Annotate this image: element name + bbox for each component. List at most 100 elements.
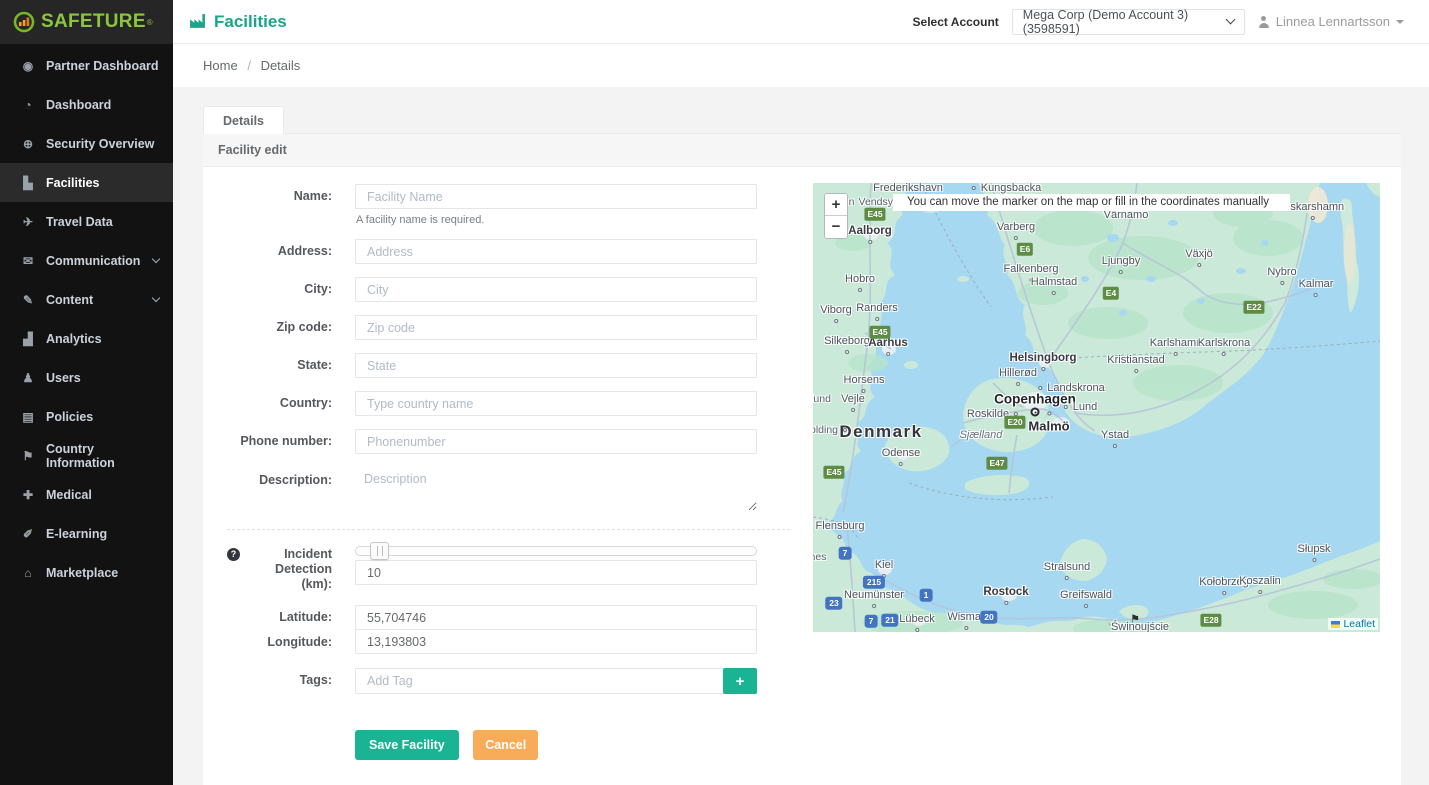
sidebar-item-e-learning[interactable]: ✐ E-learning: [0, 514, 173, 553]
panel-title: Facility edit: [203, 134, 1401, 167]
factory-icon: [189, 14, 206, 29]
sidebar-item-label: Facilities: [46, 176, 100, 190]
plus-icon: +: [736, 673, 745, 690]
sidebar-item-label: E-learning: [46, 527, 107, 541]
facility-edit-panel: Facility edit Name: A facility name is r…: [203, 133, 1401, 785]
name-label: Name:: [227, 184, 355, 226]
cancel-button[interactable]: Cancel: [473, 730, 538, 760]
save-facility-button[interactable]: Save Facility: [355, 730, 459, 760]
zoom-out-button[interactable]: −: [825, 216, 847, 238]
sidebar-item-label: Policies: [46, 410, 93, 424]
sidebar-item-country-information[interactable]: ⚑ Country Information: [0, 436, 173, 475]
chevron-down-icon: [152, 294, 160, 302]
graduation-cap-icon: ✐: [20, 527, 36, 541]
select-account-label: Select Account: [913, 15, 999, 29]
shop-icon: ⌂: [20, 566, 36, 580]
page-title-text: Facilities: [214, 12, 287, 32]
user-name: Linnea Lennartsson: [1276, 14, 1390, 29]
state-label: State:: [227, 353, 355, 378]
globe-icon: ⊕: [20, 137, 36, 151]
sidebar-item-marketplace[interactable]: ⌂ Marketplace: [0, 553, 173, 592]
account-select-value: Mega Corp (Demo Account 3) (3598591): [1023, 8, 1227, 36]
state-input[interactable]: [355, 353, 757, 378]
sidebar-item-label: Security Overview: [46, 137, 154, 151]
leaflet-map[interactable]: FrederikshavnkenVendsyssKungsbackaVärnam…: [813, 183, 1380, 632]
user-icon: [1258, 16, 1270, 28]
description-textarea[interactable]: [355, 467, 757, 511]
sidebar: SAFETURE® ◉Partner Dashboard◔Dashboard ⊕ S…: [0, 0, 173, 785]
sidebar-item-label: Country Information: [46, 442, 159, 470]
add-tag-input[interactable]: [355, 668, 724, 694]
sidebar-item-label: Medical: [46, 488, 92, 502]
city-label: City:: [227, 277, 355, 302]
sidebar-item-label: Dashboard: [46, 98, 111, 112]
map-basemap: [813, 183, 1380, 632]
breadcrumb-home[interactable]: Home: [203, 58, 238, 73]
user-icon: ♟: [20, 371, 36, 385]
brand-name: SAFETURE: [41, 11, 146, 33]
address-label: Address:: [227, 239, 355, 264]
page-title: Facilities: [189, 12, 287, 32]
longitude-label: Longitude:: [227, 630, 355, 655]
sidebar-item-dashboard[interactable]: ◔Dashboard: [0, 85, 173, 124]
chat-bubble-icon: ✉: [20, 254, 36, 268]
country-label: Country:: [227, 391, 355, 416]
sidebar-item-facilities[interactable]: ▙ Facilities: [0, 163, 173, 202]
plane-icon: ✈: [20, 215, 36, 229]
add-tag-button[interactable]: +: [723, 668, 757, 694]
id-card-icon: ▤: [20, 410, 36, 424]
slider-handle[interactable]: [370, 542, 389, 560]
registered-mark: ®: [147, 18, 153, 27]
city-input[interactable]: [355, 277, 757, 302]
caret-down-icon: [1396, 20, 1404, 24]
map-attribution: Leaflet: [1328, 618, 1378, 630]
zip-label: Zip code:: [227, 315, 355, 340]
sidebar-item-content[interactable]: ✎Content: [0, 280, 173, 319]
address-input[interactable]: [355, 239, 757, 264]
main-content: Details Facility edit Name: A facility n…: [173, 87, 1429, 785]
sidebar-item-users[interactable]: ♟Users: [0, 358, 173, 397]
help-icon[interactable]: ?: [227, 548, 240, 561]
sidebar-item-label: Travel Data: [46, 215, 113, 229]
tab-details[interactable]: Details: [203, 106, 284, 134]
sidebar-item-communication[interactable]: ✉ Communication: [0, 241, 173, 280]
description-label: Description:: [227, 467, 355, 516]
latitude-input[interactable]: [355, 605, 757, 630]
name-help-text: A facility name is required.: [356, 214, 757, 226]
account-select[interactable]: Mega Corp (Demo Account 3) (3598591): [1012, 9, 1245, 35]
ukraine-flag-icon: [1331, 621, 1340, 628]
breadcrumb: Home / Details: [173, 44, 1429, 87]
sidebar-item-label: Content: [46, 293, 93, 307]
logo[interactable]: SAFETURE®: [0, 0, 173, 44]
sidebar-item-label: Communication: [46, 254, 140, 268]
safeture-logo-icon: [13, 11, 35, 33]
flag-icon: ⚑: [20, 449, 36, 463]
section-divider: [227, 529, 790, 530]
map-zoom-control: + −: [824, 193, 848, 239]
breadcrumb-details: Details: [261, 58, 301, 73]
sidebar-item-partner-dashboard[interactable]: ◉Partner Dashboard: [0, 46, 173, 85]
zip-input[interactable]: [355, 315, 757, 340]
incident-detection-label: Incident Detection(km):: [246, 547, 332, 592]
sidebar-item-security-overview[interactable]: ⊕ Security Overview: [0, 124, 173, 163]
factory-icon: ▙: [20, 176, 36, 190]
sidebar-item-medical[interactable]: ✚Medical: [0, 475, 173, 514]
user-menu[interactable]: Linnea Lennartsson: [1258, 14, 1404, 29]
tags-label: Tags:: [227, 668, 355, 694]
phone-input[interactable]: [355, 429, 757, 454]
longitude-input[interactable]: [355, 629, 757, 654]
leaflet-link[interactable]: Leaflet: [1343, 618, 1375, 630]
incident-detection-input[interactable]: [355, 560, 757, 585]
sidebar-item-travel-data[interactable]: ✈ Travel Data: [0, 202, 173, 241]
topbar: Facilities Select Account Mega Corp (Dem…: [173, 0, 1429, 44]
sidebar-item-policies[interactable]: ▤ Policies: [0, 397, 173, 436]
zoom-in-button[interactable]: +: [825, 194, 847, 216]
facility-name-input[interactable]: [355, 184, 757, 209]
map-notice: You can move the marker on the map or fi…: [893, 194, 1290, 211]
country-input[interactable]: [355, 391, 757, 416]
incident-detection-slider[interactable]: [355, 546, 757, 556]
sidebar-item-label: Marketplace: [46, 566, 118, 580]
sidebar-item-label: Analytics: [46, 332, 102, 346]
sidebar-item-analytics[interactable]: ▟Analytics: [0, 319, 173, 358]
latitude-label: Latitude:: [227, 605, 355, 630]
